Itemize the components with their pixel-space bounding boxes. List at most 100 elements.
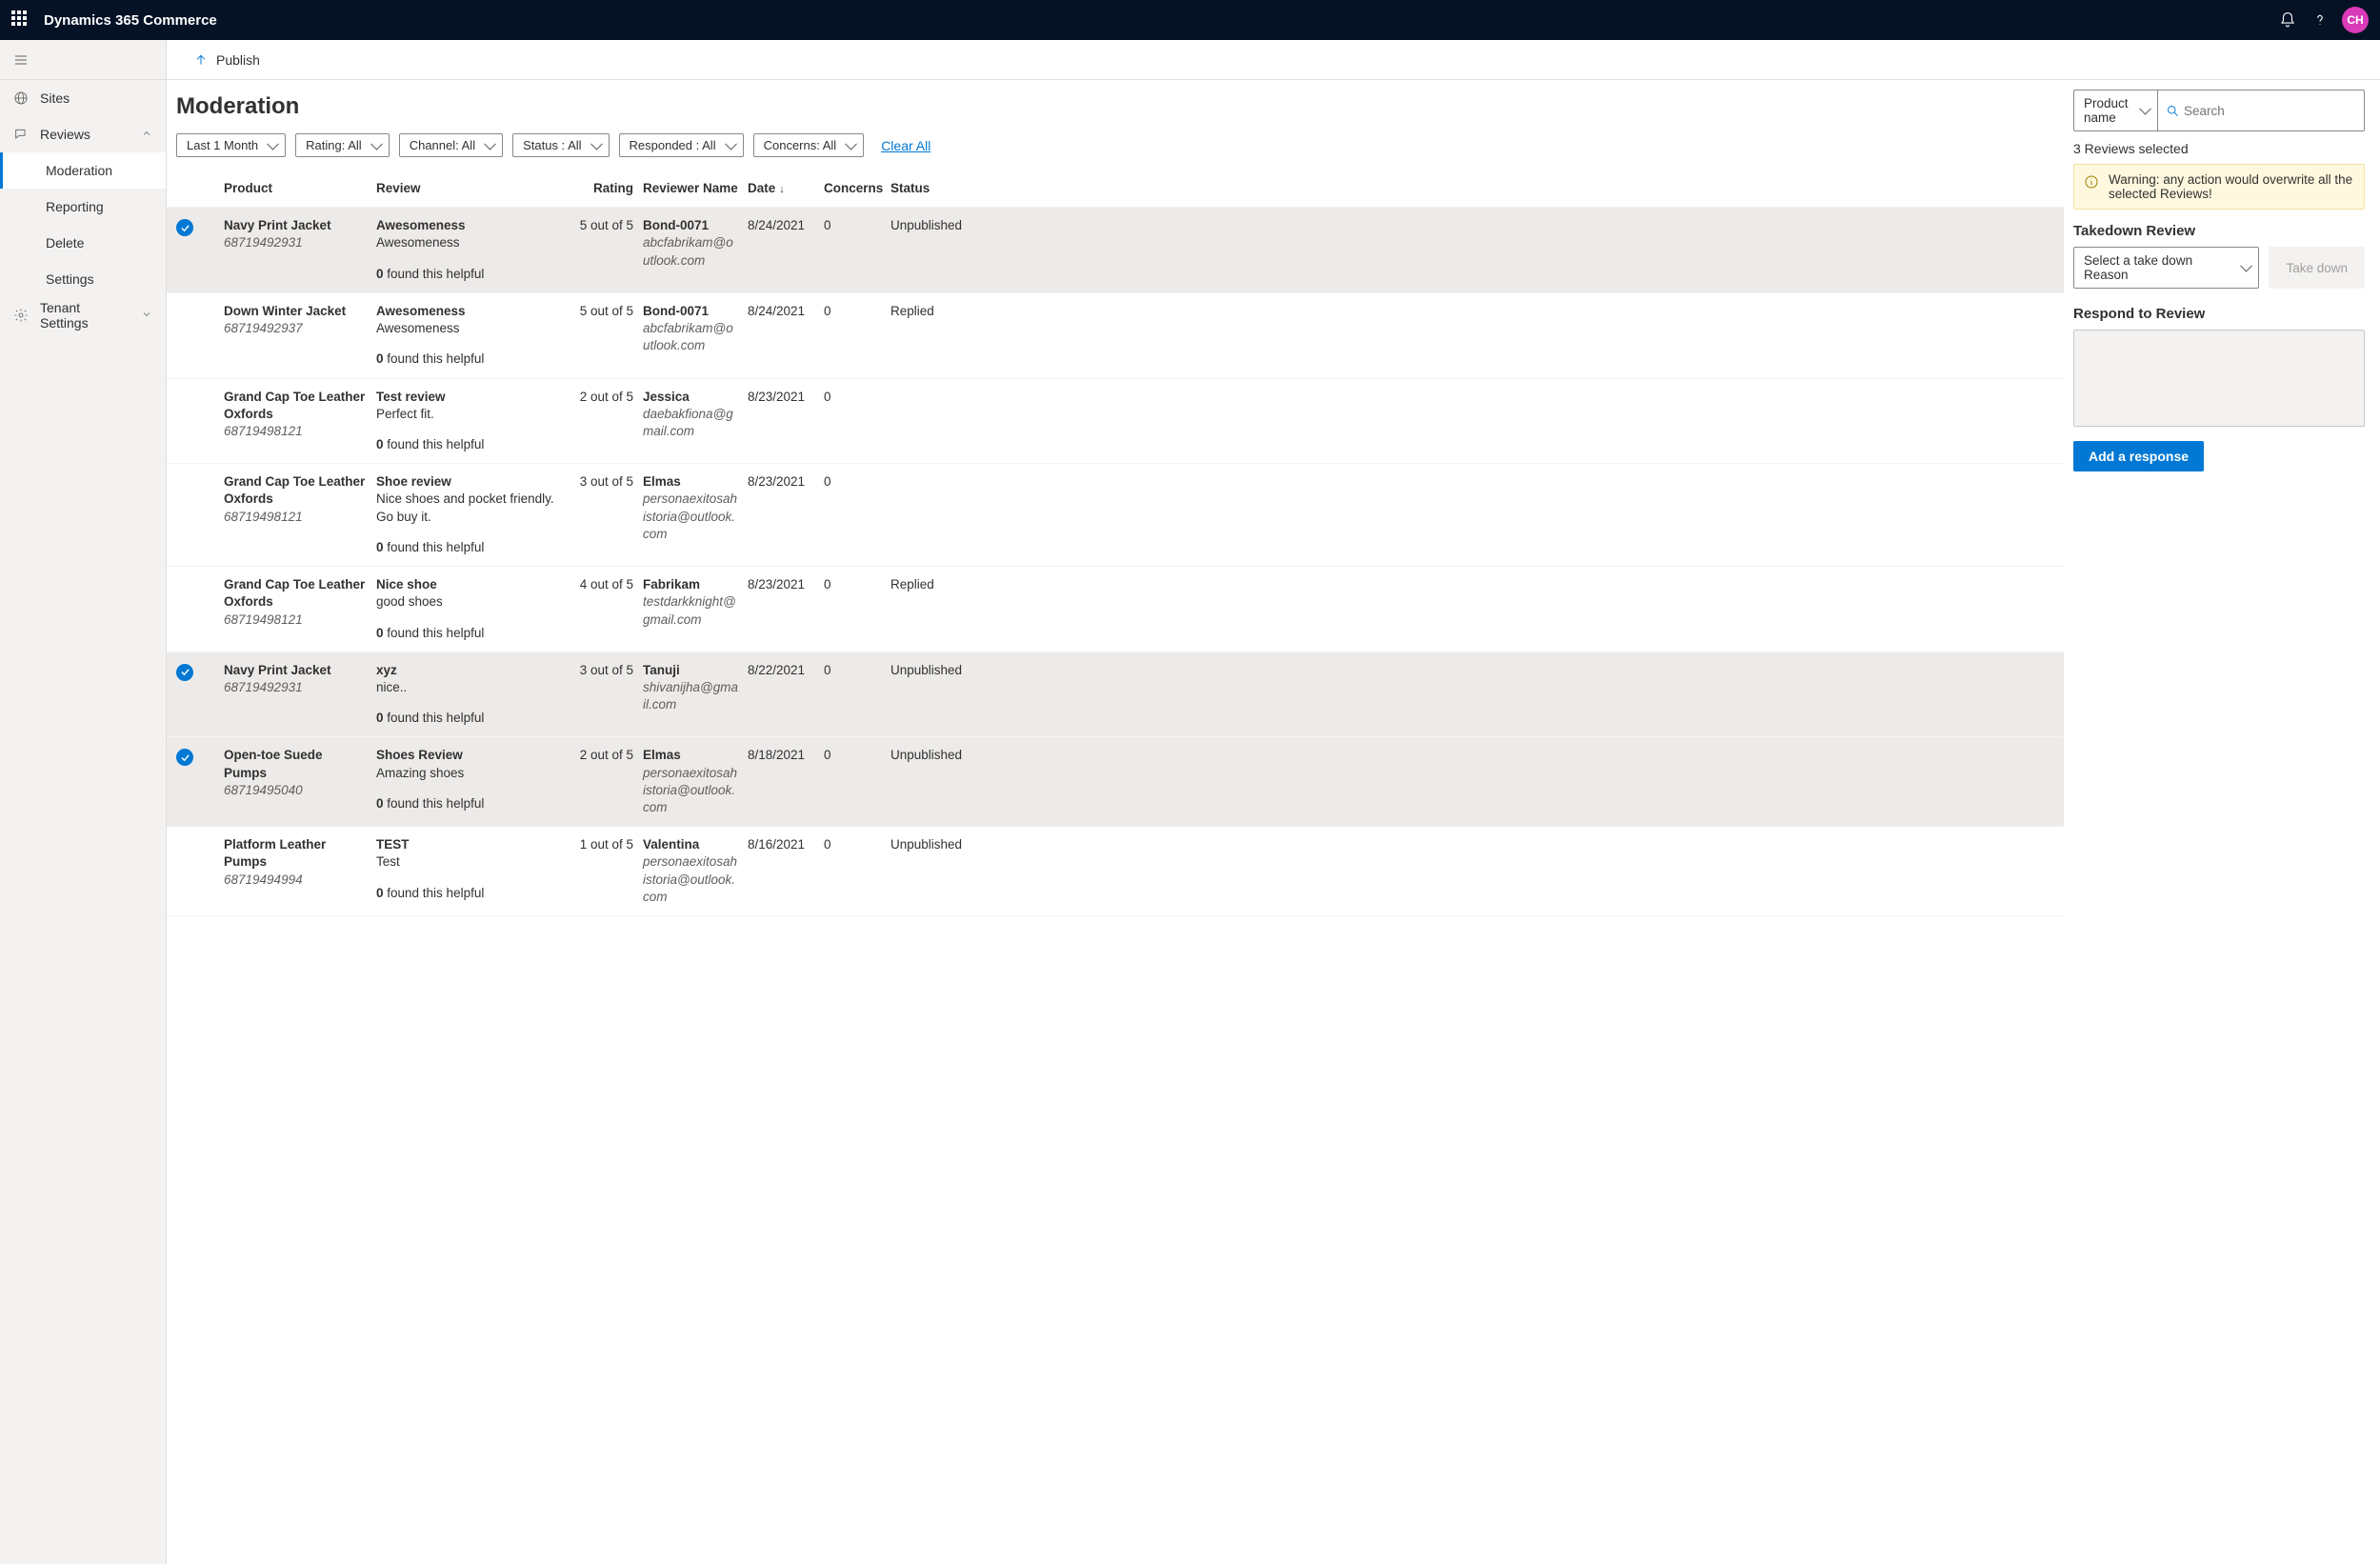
notifications-icon[interactable]: [2271, 4, 2304, 36]
filter-responded[interactable]: Responded : All: [619, 133, 744, 157]
product-sku: 68719498121: [224, 509, 367, 526]
user-avatar[interactable]: CH: [2342, 7, 2369, 33]
app-title: Dynamics 365 Commerce: [44, 12, 217, 29]
table-row[interactable]: Grand Cap Toe Leather Oxfords68719498121…: [167, 464, 2064, 567]
search-input[interactable]: [2180, 98, 2356, 124]
publish-button[interactable]: Publish: [188, 49, 266, 71]
table-header-row: Product Review Rating Reviewer Name Date…: [167, 170, 2064, 208]
reviewer-name: Jessica: [643, 389, 738, 406]
review-status: Unpublished: [890, 662, 967, 728]
help-icon[interactable]: [2304, 4, 2336, 36]
rating-value: 3 out of 5: [576, 662, 633, 728]
review-title: Awesomeness: [376, 303, 567, 320]
rating-value: 5 out of 5: [576, 303, 633, 369]
response-textarea[interactable]: [2073, 330, 2365, 427]
product-sku: 68719492931: [224, 234, 367, 251]
review-body: Test: [376, 853, 567, 871]
table-row[interactable]: Grand Cap Toe Leather Oxfords68719498121…: [167, 567, 2064, 652]
review-status: [890, 389, 967, 454]
review-status: Replied: [890, 576, 967, 642]
filter-concerns[interactable]: Concerns: All: [753, 133, 865, 157]
nav-label: Tenant Settings: [40, 300, 130, 331]
review-body: nice..: [376, 679, 567, 696]
table-row[interactable]: Grand Cap Toe Leather Oxfords68719498121…: [167, 379, 2064, 465]
reviewer-name: Fabrikam: [643, 576, 738, 593]
row-selected-icon[interactable]: [176, 749, 193, 766]
reviewer-name: Valentina: [643, 836, 738, 853]
add-response-button[interactable]: Add a response: [2073, 441, 2204, 471]
nav-collapse-toggle[interactable]: [0, 40, 166, 80]
review-body: Awesomeness: [376, 234, 567, 251]
col-date[interactable]: Date↓: [748, 180, 814, 197]
review-date: 8/24/2021: [748, 217, 814, 283]
review-date: 8/23/2021: [748, 473, 814, 556]
gear-icon: [13, 308, 29, 323]
reviewer-email: abcfabrikam@outlook.com: [643, 234, 738, 269]
reviewer-email: personaexitosahistoria@outlook.com: [643, 491, 738, 543]
table-row[interactable]: Open-toe Suede Pumps68719495040 Shoes Re…: [167, 737, 2064, 827]
review-date: 8/22/2021: [748, 662, 814, 728]
nav-label: Reporting: [46, 199, 104, 214]
filter-status[interactable]: Status : All: [512, 133, 609, 157]
review-body: Amazing shoes: [376, 765, 567, 782]
col-status[interactable]: Status: [890, 180, 967, 197]
nav-reviews[interactable]: Reviews: [0, 116, 166, 152]
product-sku: 68719492931: [224, 679, 367, 696]
row-selected-icon[interactable]: [176, 219, 193, 236]
search-mode-select[interactable]: Product name: [2073, 90, 2157, 131]
selection-count: 3 Reviews selected: [2073, 141, 2365, 156]
row-selected-icon[interactable]: [176, 664, 193, 681]
helpful-count: 0 found this helpful: [376, 436, 567, 453]
search-box[interactable]: [2157, 90, 2365, 131]
helpful-count: 0 found this helpful: [376, 351, 567, 368]
page-title: Moderation: [167, 80, 2064, 133]
takedown-reason-select[interactable]: Select a take down Reason: [2073, 247, 2259, 289]
product-name: Platform Leather Pumps: [224, 836, 367, 871]
nav-sites[interactable]: Sites: [0, 80, 166, 116]
product-sku: 68719498121: [224, 612, 367, 629]
nav-settings[interactable]: Settings: [0, 261, 166, 297]
nav-tenant-settings[interactable]: Tenant Settings: [0, 297, 166, 333]
table-row[interactable]: Down Winter Jacket68719492937 Awesomenes…: [167, 293, 2064, 379]
rating-value: 5 out of 5: [576, 217, 633, 283]
filter-time[interactable]: Last 1 Month: [176, 133, 286, 157]
review-date: 8/24/2021: [748, 303, 814, 369]
table-row[interactable]: Navy Print Jacket68719492931 Awesomeness…: [167, 208, 2064, 293]
reviewer-name: Elmas: [643, 747, 738, 764]
arrow-up-icon: [193, 52, 209, 68]
review-date: 8/23/2021: [748, 389, 814, 454]
col-concerns[interactable]: Concerns: [824, 180, 881, 197]
search-icon: [2166, 104, 2180, 118]
rating-value: 3 out of 5: [576, 473, 633, 556]
table-row[interactable]: Platform Leather Pumps68719494994 TESTTe…: [167, 827, 2064, 916]
review-title: TEST: [376, 836, 567, 853]
rating-value: 2 out of 5: [576, 389, 633, 454]
chevron-up-icon: [141, 127, 152, 142]
col-rating[interactable]: Rating: [576, 180, 633, 197]
helpful-count: 0 found this helpful: [376, 795, 567, 812]
rating-value: 2 out of 5: [576, 747, 633, 816]
takedown-button[interactable]: Take down: [2269, 247, 2365, 289]
filter-rating[interactable]: Rating: All: [295, 133, 390, 157]
product-sku: 68719494994: [224, 872, 367, 889]
review-date: 8/18/2021: [748, 747, 814, 816]
nav-delete[interactable]: Delete: [0, 225, 166, 261]
reviewer-email: testdarkknight@gmail.com: [643, 593, 738, 628]
top-app-bar: Dynamics 365 Commerce CH: [0, 0, 2380, 40]
col-product[interactable]: Product: [224, 180, 367, 197]
filter-channel[interactable]: Channel: All: [399, 133, 503, 157]
command-bar: Publish: [167, 40, 2380, 80]
col-review[interactable]: Review: [376, 180, 567, 197]
nav-reporting[interactable]: Reporting: [0, 189, 166, 225]
clear-filters-link[interactable]: Clear All: [881, 138, 930, 153]
table-row[interactable]: Navy Print Jacket68719492931 xyznice..0 …: [167, 652, 2064, 738]
concerns-count: 0: [824, 747, 881, 816]
concerns-count: 0: [824, 576, 881, 642]
rating-value: 1 out of 5: [576, 836, 633, 906]
takedown-section-title: Takedown Review: [2073, 223, 2365, 239]
nav-moderation[interactable]: Moderation: [0, 152, 166, 189]
app-launcher-icon[interactable]: [11, 10, 30, 30]
helpful-count: 0 found this helpful: [376, 710, 567, 727]
col-reviewer[interactable]: Reviewer Name: [643, 180, 738, 197]
concerns-count: 0: [824, 217, 881, 283]
